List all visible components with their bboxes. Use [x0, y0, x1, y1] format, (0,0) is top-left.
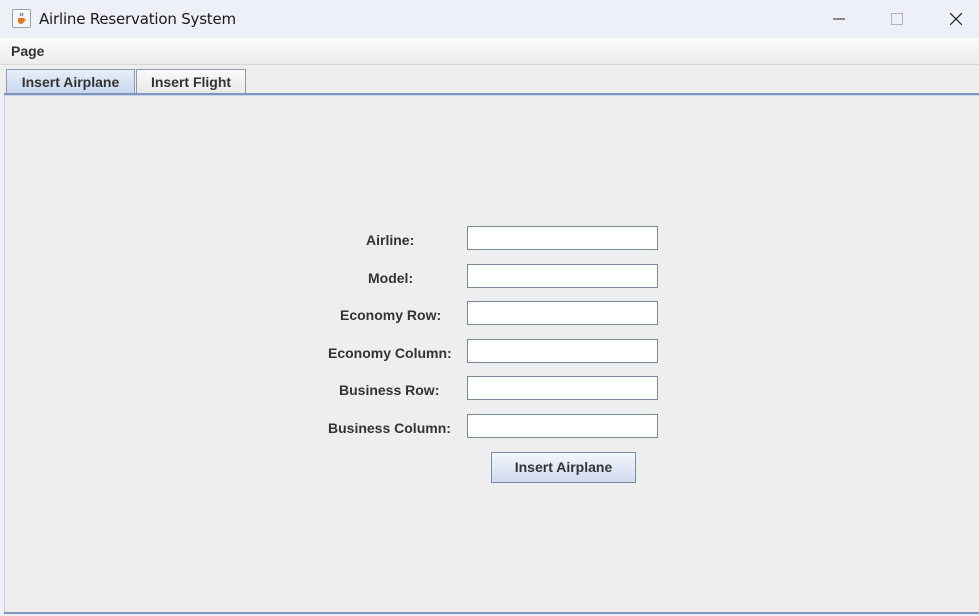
menu-bar: Page [0, 38, 979, 65]
close-button[interactable] [927, 0, 979, 38]
economy-column-label: Economy Column: [328, 345, 452, 361]
economy-row-field[interactable] [467, 301, 658, 325]
menu-page[interactable]: Page [11, 43, 44, 59]
business-column-field[interactable] [467, 414, 658, 438]
minimize-icon [833, 18, 845, 20]
tab-insert-airplane[interactable]: Insert Airplane [6, 69, 135, 94]
tab-strip: Insert Airplane Insert Flight [0, 65, 979, 95]
business-row-label: Business Row: [339, 382, 440, 398]
java-cup-icon [12, 9, 31, 28]
model-label: Model: [368, 270, 414, 286]
business-row-field[interactable] [467, 376, 658, 400]
airline-field[interactable] [467, 226, 658, 250]
model-field[interactable] [467, 264, 658, 288]
maximize-icon [891, 13, 903, 25]
business-column-label: Business Column: [328, 420, 451, 436]
app-window: Airline Reservation System Page Insert A… [0, 0, 979, 616]
economy-row-label: Economy Row: [340, 307, 442, 323]
airline-label: Airline: [366, 232, 415, 248]
economy-column-field[interactable] [467, 339, 658, 363]
maximize-button[interactable] [868, 0, 926, 38]
minimize-button[interactable] [810, 0, 868, 38]
title-bar[interactable]: Airline Reservation System [0, 0, 979, 38]
insert-airplane-button[interactable]: Insert Airplane [491, 452, 636, 483]
close-icon [950, 13, 962, 25]
panel-bottom-border [4, 612, 979, 614]
window-title: Airline Reservation System [39, 10, 236, 28]
tab-insert-flight[interactable]: Insert Flight [136, 69, 246, 94]
